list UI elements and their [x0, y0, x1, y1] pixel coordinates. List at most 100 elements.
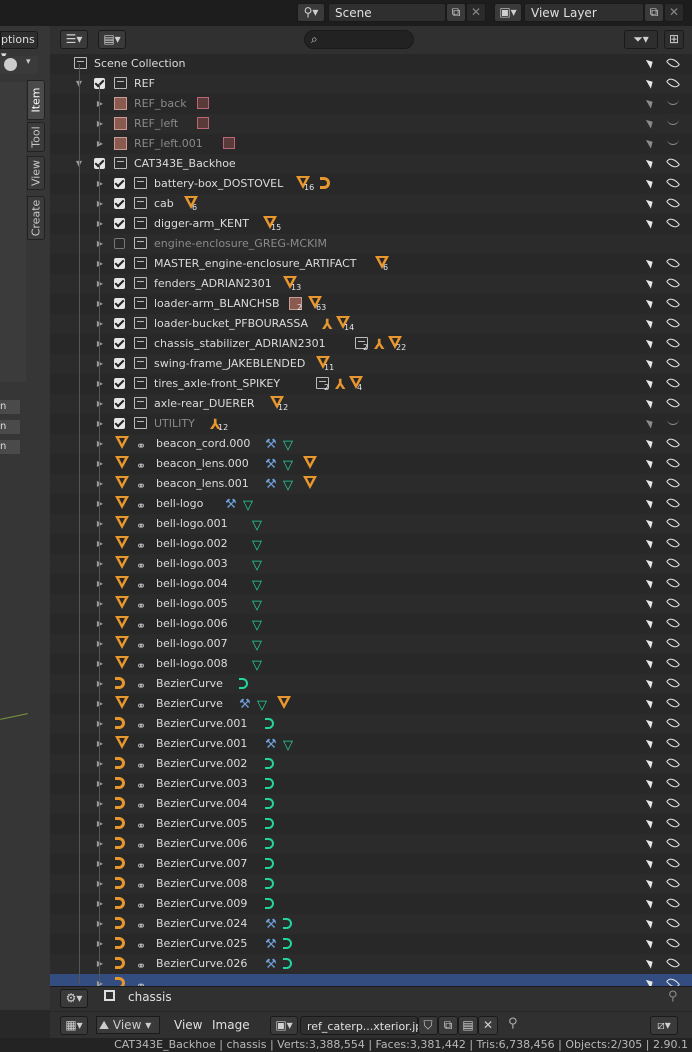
outliner-row[interactable]: ▶ ⚭ bell-logo.004 ▽ — [50, 574, 692, 594]
selectable-arrow-icon[interactable] — [645, 257, 656, 269]
expand-toggle-icon[interactable]: ▶ — [95, 674, 105, 694]
outliner-row[interactable]: ▶ ⚭ BezierCurve.024 ⚒ — [50, 914, 692, 934]
eye-icon[interactable] — [665, 55, 681, 71]
selectable-arrow-icon[interactable] — [645, 457, 656, 469]
expand-toggle-icon[interactable]: ▶ — [95, 874, 105, 894]
eye-icon[interactable] — [665, 395, 681, 411]
selectable-arrow-icon[interactable] — [645, 657, 656, 669]
selectable-arrow-icon[interactable] — [645, 157, 656, 169]
selectable-arrow-icon[interactable] — [645, 817, 656, 829]
selectable-arrow-icon[interactable] — [645, 377, 656, 389]
outliner-row[interactable]: ▶ ⚭ beacon_lens.001 ⚒ ▽ — [50, 474, 692, 494]
outliner-row[interactable]: ▶ ⚭ bell-logo.002 ▽ — [50, 534, 692, 554]
outliner-row[interactable]: ▶ ⚭ bell-logo.005 ▽ — [50, 594, 692, 614]
selectable-arrow-icon[interactable] — [645, 497, 656, 509]
selectable-arrow-icon[interactable] — [645, 537, 656, 549]
pin-image-icon[interactable]: ⚲ — [508, 1016, 518, 1031]
outliner-row[interactable]: ▶ ⚭ bell-logo ⚒ ▽ — [50, 494, 692, 514]
selectable-arrow-icon[interactable] — [645, 977, 656, 986]
eye-icon[interactable] — [665, 155, 681, 171]
expand-toggle-icon[interactable]: ▶ — [95, 194, 105, 214]
eye-icon[interactable] — [665, 275, 681, 291]
eye-icon[interactable] — [665, 755, 681, 771]
expand-toggle-icon[interactable]: ▶ — [95, 914, 105, 934]
expand-toggle-icon[interactable]: ▶ — [95, 174, 105, 194]
selectable-arrow-icon[interactable] — [645, 57, 656, 69]
outliner-row[interactable]: ▼REF — [50, 74, 692, 94]
selectable-arrow-icon[interactable] — [645, 937, 656, 949]
outliner-row[interactable]: ▶ ⚭ BezierCurve.001 — [50, 714, 692, 734]
eye-icon[interactable] — [665, 915, 681, 931]
exclude-checkbox[interactable] — [114, 198, 125, 209]
overlay-toggle[interactable]: ▾ — [0, 56, 38, 74]
expand-toggle-icon[interactable]: ▶ — [95, 554, 105, 574]
eye-icon[interactable] — [665, 835, 681, 851]
eye-closed-icon[interactable] — [667, 99, 679, 105]
outliner-row[interactable]: ▶ ⚭ BezierCurve ⚒ ▽ — [50, 694, 692, 714]
eye-icon[interactable] — [665, 75, 681, 91]
outliner-row[interactable]: ▶ swing-frame_JAKEBLENDED 11 — [50, 354, 692, 374]
outliner-row[interactable]: ▶ ⚭ BezierCurve.009 — [50, 894, 692, 914]
selectable-arrow-icon[interactable] — [645, 837, 656, 849]
expand-toggle-icon[interactable]: ▶ — [95, 594, 105, 614]
exclude-checkbox[interactable] — [114, 398, 125, 409]
eye-icon[interactable] — [665, 195, 681, 211]
selectable-arrow-icon[interactable] — [645, 217, 656, 229]
pin-icon[interactable]: ⚲ — [668, 989, 678, 1004]
selectable-arrow-icon[interactable] — [645, 877, 656, 889]
exclude-checkbox[interactable] — [114, 258, 125, 269]
selectable-arrow-icon[interactable] — [645, 957, 656, 969]
eye-icon[interactable] — [665, 175, 681, 191]
image-browse-button[interactable]: ▣▾ — [270, 1016, 298, 1035]
outliner-row[interactable]: ▶ MASTER_engine-enclosure_ARTIFACT 6 — [50, 254, 692, 274]
filter-button[interactable]: ⏷▾ — [624, 30, 658, 49]
eye-icon[interactable] — [665, 635, 681, 651]
expand-toggle-icon[interactable]: ▶ — [95, 934, 105, 954]
exclude-checkbox[interactable] — [114, 218, 125, 229]
expand-toggle-icon[interactable]: ▶ — [95, 974, 105, 986]
eye-icon[interactable] — [665, 295, 681, 311]
outliner-row[interactable]: ▶ ⚭ beacon_cord.000 ⚒ ▽ — [50, 434, 692, 454]
new-collection-button[interactable]: ⊞ — [664, 30, 684, 49]
selectable-arrow-icon[interactable] — [645, 677, 656, 689]
selectable-arrow-icon[interactable] — [645, 277, 656, 289]
eye-icon[interactable] — [665, 975, 681, 986]
expand-toggle-icon[interactable]: ▶ — [95, 214, 105, 234]
outliner-row[interactable]: ▶ ⚭ BezierCurve.025 ⚒ — [50, 934, 692, 954]
selectable-arrow-icon[interactable] — [645, 697, 656, 709]
exclude-checkbox[interactable] — [114, 318, 125, 329]
exclude-checkbox[interactable] — [114, 178, 125, 189]
eye-icon[interactable] — [665, 355, 681, 371]
selectable-arrow-icon[interactable] — [645, 437, 656, 449]
eye-icon[interactable] — [665, 335, 681, 351]
outliner-row[interactable]: ▶ battery-box_DOSTOVEL 16 — [50, 174, 692, 194]
expand-toggle-icon[interactable]: ▶ — [95, 614, 105, 634]
exclude-checkbox[interactable] — [114, 338, 125, 349]
menu-image[interactable]: Image — [212, 1012, 250, 1038]
panel-stub-1[interactable]: n — [0, 400, 20, 414]
expand-toggle-icon[interactable]: ▶ — [95, 894, 105, 914]
image-name-field[interactable]: ref_caterp...xterior.jpg — [300, 1016, 429, 1035]
expand-toggle-icon[interactable]: ▶ — [95, 414, 105, 434]
expand-toggle-icon[interactable]: ▶ — [95, 494, 105, 514]
outliner-row[interactable]: ▶ ⚭ BezierCurve.006 — [50, 834, 692, 854]
tab-view[interactable]: View — [27, 156, 45, 190]
expand-toggle-icon[interactable]: ▶ — [95, 454, 105, 474]
selectable-arrow-icon[interactable] — [645, 857, 656, 869]
selectable-arrow-icon[interactable] — [645, 617, 656, 629]
eye-icon[interactable] — [665, 895, 681, 911]
expand-toggle-icon[interactable]: ▶ — [95, 374, 105, 394]
selectable-arrow-icon[interactable] — [645, 177, 656, 189]
new-view-layer-icon[interactable]: ⧉ — [644, 3, 664, 22]
expand-toggle-icon[interactable]: ▶ — [95, 954, 105, 974]
expand-toggle-icon[interactable]: ▶ — [95, 314, 105, 334]
duplicate-image-icon[interactable]: ⧉ — [438, 1016, 458, 1035]
eye-icon[interactable] — [665, 255, 681, 271]
selectable-arrow-icon[interactable] — [645, 737, 656, 749]
eye-icon[interactable] — [665, 435, 681, 451]
selectable-arrow-icon[interactable] — [645, 117, 656, 129]
exclude-checkbox[interactable] — [114, 418, 125, 429]
outliner-row[interactable]: ▶ chassis_stabilizer_ADRIAN2301 2 ⅄ 22 — [50, 334, 692, 354]
eye-icon[interactable] — [665, 495, 681, 511]
expand-toggle-icon[interactable]: ▶ — [95, 774, 105, 794]
